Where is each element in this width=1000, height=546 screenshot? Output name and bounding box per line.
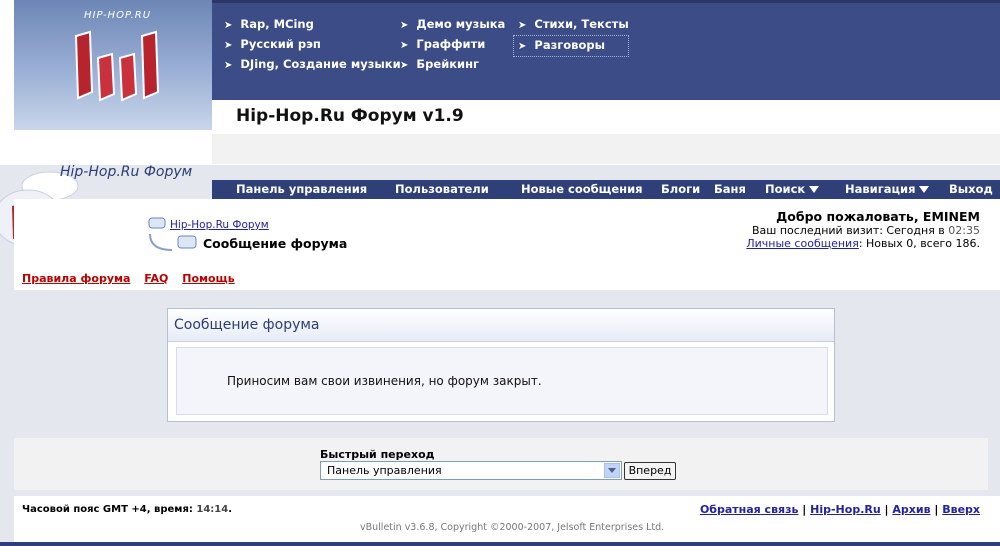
arrow-icon: ➤ <box>518 20 527 31</box>
arrow-icon: ➤ <box>400 20 409 31</box>
arrow-icon: ➤ <box>518 41 527 52</box>
side-forum-label: Hip-Hop.Ru Форум <box>60 164 193 180</box>
forum-title: Hip-Hop.Ru Форум v1.9 <box>236 106 464 126</box>
header-nav-item[interactable]: ➤ Стихи, Тексты <box>518 15 629 35</box>
chevron-down-icon <box>809 186 820 193</box>
header-nav-item[interactable]: ➤ Демо музыка <box>400 15 505 35</box>
quick-jump-go-button[interactable]: Вперед <box>624 462 676 480</box>
nav-blogs[interactable]: Блоги <box>661 182 700 196</box>
navbar: Панель управления Пользователи Новые соо… <box>212 180 1000 199</box>
nav-search[interactable]: Поиск <box>765 182 820 196</box>
welcome-block: Добро пожаловать, EMINEM Ваш последний в… <box>746 209 980 250</box>
quick-jump-label: Быстрый переход <box>320 448 435 461</box>
breadcrumb-root-link[interactable]: Hip-Hop.Ru Форум <box>170 219 269 231</box>
header-nav-col-2: ➤ Демо музыка ➤ Граффити ➤ Брейкинг <box>400 15 505 75</box>
last-visit: Ваш последний визит: Сегодня в 02:35 <box>751 224 980 237</box>
feedback-link[interactable]: Обратная связь <box>700 503 799 516</box>
header-nav-item[interactable]: ➤ Rap, MCing <box>224 15 401 35</box>
header-nav-col-3: ➤ Стихи, Тексты ➤ Разговоры <box>513 15 629 57</box>
logo[interactable]: HIP-HOP.RU <box>14 0 212 130</box>
archive-link[interactable]: Архив <box>892 503 930 516</box>
arrow-icon: ➤ <box>224 20 233 31</box>
bottom-border <box>0 542 1000 546</box>
message-body: Приносим вам свои извинения, но форум за… <box>176 347 828 415</box>
breadcrumb-current: Сообщение форума <box>203 236 348 251</box>
chevron-down-icon[interactable] <box>604 463 620 478</box>
forum-rules-link[interactable]: Правила форума <box>22 272 130 285</box>
arrow-icon: ➤ <box>400 40 409 51</box>
hiphop-logo-icon <box>74 30 160 102</box>
header-band <box>212 134 1000 164</box>
header-nav-item[interactable]: ➤ Русский рэп <box>224 35 401 55</box>
faq-link[interactable]: FAQ <box>144 272 168 285</box>
header-nav-item[interactable]: ➤ Брейкинг <box>400 55 505 75</box>
header-nav-item[interactable]: ➤ Граффити <box>400 35 505 55</box>
help-link[interactable]: Помощь <box>182 272 234 285</box>
nav-new-posts[interactable]: Новые сообщения <box>521 182 643 196</box>
message-box: Сообщение форума Приносим вам свои извин… <box>167 308 835 422</box>
forum-icon <box>148 217 166 229</box>
message-title: Сообщение форума <box>174 317 320 333</box>
header-nav-item-active[interactable]: ➤ Разговоры <box>513 35 629 57</box>
nav-navigation[interactable]: Навигация <box>845 182 930 196</box>
logo-text: HIP-HOP.RU <box>84 10 152 21</box>
nav-users[interactable]: Пользователи <box>395 182 489 196</box>
header-nav-col-1: ➤ Rap, MCing ➤ Русский рэп ➤ DJing, Создани… <box>224 15 401 75</box>
home-link[interactable]: Hip-Hop.Ru <box>810 503 881 516</box>
quick-jump-select[interactable]: Панель управления <box>320 461 622 480</box>
nav-control-panel[interactable]: Панель управления <box>236 182 367 196</box>
header-nav-item[interactable]: ➤ DJing, Создание музыки <box>224 55 401 75</box>
nav-banya[interactable]: Баня <box>714 182 746 196</box>
header: HIP-HOP.RU ➤ Rap, MCing ➤ Русский рэп ➤ DJi… <box>0 0 1000 165</box>
welcome-greeting: Добро пожаловать, EMINEM <box>776 209 980 224</box>
timezone-info: Часовой пояс GMT +4, время: 14:14. <box>22 504 233 515</box>
top-links: Правила форума FAQ Помощь <box>22 272 245 285</box>
private-messages: Личные сообщения: Новых 0, всего 186. <box>746 237 980 250</box>
breadcrumb-branch-icon <box>149 233 197 251</box>
message-text: Приносим вам свои извинения, но форум за… <box>227 374 542 388</box>
page: HIP-HOP.RU ➤ Rap, MCing ➤ Русский рэп ➤ DJi… <box>0 0 1000 546</box>
chevron-down-icon <box>919 186 930 193</box>
nav-logout[interactable]: Выход <box>949 182 993 196</box>
header-nav-area: ➤ Rap, MCing ➤ Русский рэп ➤ DJing, Создани… <box>212 0 1000 103</box>
message-header: Сообщение форума <box>168 309 834 342</box>
top-link[interactable]: Вверх <box>942 503 980 516</box>
arrow-icon: ➤ <box>224 60 233 71</box>
footer-links: Обратная связь | Hip-Hop.Ru | Архив | Вв… <box>699 503 980 516</box>
copyright: vBulletin v3.6.8, Copyright ©2000-2007, … <box>360 522 665 533</box>
arrow-icon: ➤ <box>400 60 409 71</box>
arrow-icon: ➤ <box>224 40 233 51</box>
private-messages-link[interactable]: Личные сообщения <box>746 237 858 250</box>
